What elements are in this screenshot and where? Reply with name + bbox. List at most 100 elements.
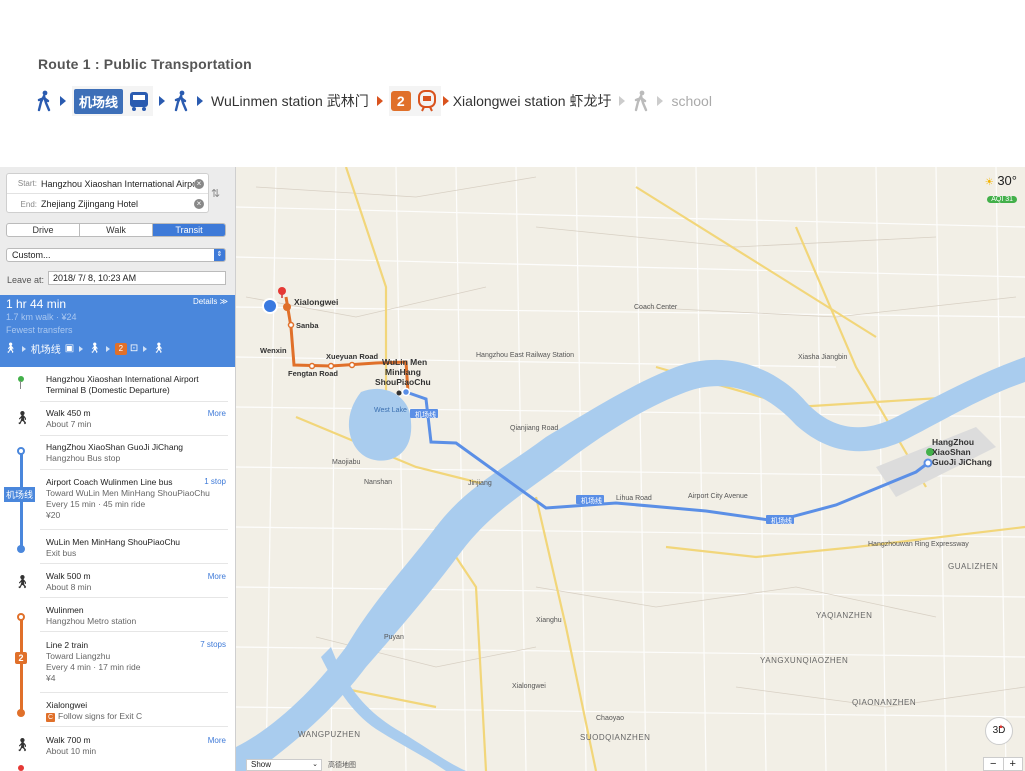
label-airport-1: HangZhou xyxy=(932,437,975,447)
end-row[interactable]: End: Zhejiang Zijingang Hotel × xyxy=(7,194,208,214)
label-ring-expressway: Hangzhouwan Ring Expressway xyxy=(868,541,969,548)
destination-label: school xyxy=(671,93,712,109)
tab-drive[interactable]: Drive xyxy=(7,224,80,236)
step-metro-exit[interactable]: Xialongwei C Follow signs for Exit C xyxy=(46,700,142,722)
bus-icon: ▣ xyxy=(64,343,75,354)
label-xiasha: Xiasha Jiangbin xyxy=(798,354,848,361)
bus-line-tag: 机场线 xyxy=(415,412,436,419)
label-airport-2: XiaoShan xyxy=(932,447,971,457)
label-fengtan: Fengtan Road xyxy=(288,369,338,378)
zoom-in-button[interactable]: + xyxy=(1004,758,1023,770)
3d-button[interactable]: ▲ 3D xyxy=(985,717,1013,745)
label-airport-city: Airport City Avenue xyxy=(688,493,748,500)
chevron-right-icon xyxy=(60,96,66,106)
step-bus-stop[interactable]: HangZhou XiaoShan GuoJi JiChang Hangzhou… xyxy=(46,442,183,464)
weather-temp: 30° xyxy=(997,173,1017,188)
label-gualizhen: GUALIZHEN xyxy=(948,562,999,571)
stops-link[interactable]: 7 stops xyxy=(200,640,226,649)
tab-transit[interactable]: Transit xyxy=(153,224,225,236)
bus-line-label: 机场线 xyxy=(30,345,61,356)
route-icons: 🚶︎ 机场线 ▣ 🚶︎ 2 ⊡ 🚶︎ xyxy=(4,341,165,356)
stops-link[interactable]: 1 stop xyxy=(204,477,226,486)
route-summary[interactable]: 1 hr 44 min Details ≫ 1.7 km walk · ¥24 … xyxy=(0,295,235,367)
map-canvas[interactable] xyxy=(236,167,1025,771)
bus-line-badge: 机场线 xyxy=(74,88,124,114)
walk-icon xyxy=(174,90,188,112)
destination-pin-icon[interactable] xyxy=(278,287,286,295)
station2-label: Xialongwei station 虾龙圩 xyxy=(452,93,612,109)
metro-badge: 2 xyxy=(114,342,127,355)
walk-icon xyxy=(37,90,51,112)
step-walk-3[interactable]: Walk 700 m About 10 min xyxy=(46,735,96,757)
aqi-badge: AQI 31 xyxy=(987,196,1017,203)
start-field[interactable]: Hangzhou Xiaoshan International Airport xyxy=(41,179,194,189)
label-wangpuzhen: WANGPUZHEN xyxy=(298,730,361,739)
current-location-marker[interactable] xyxy=(262,298,278,314)
leave-at-field[interactable]: 2018/ 7/ 8, 10:23 AM xyxy=(48,271,226,285)
bus-icon xyxy=(130,92,149,111)
end-field[interactable]: Zhejiang Zijingang Hotel xyxy=(41,199,194,209)
metro-icon: ⊡ xyxy=(129,343,139,354)
station1-label: WuLinmen station 武林门 xyxy=(211,93,369,109)
clear-icon[interactable]: × xyxy=(194,199,204,209)
step-start[interactable]: Hangzhou Xiaoshan International Airport … xyxy=(46,374,199,396)
label-qiaonanzhen: QIAONANZHEN xyxy=(852,698,917,707)
metro-segment: 2 xyxy=(388,86,441,116)
label-wulin: WuLin Men xyxy=(382,357,428,367)
step-metro-ride[interactable]: Line 2 train Toward Liangzhu Every 4 min… xyxy=(46,640,140,684)
weather-widget: ☀ 30° AQI 31 xyxy=(985,173,1017,206)
step-walk-2[interactable]: Walk 500 m About 8 min xyxy=(46,571,91,593)
zoom-out-button[interactable]: − xyxy=(984,758,1004,770)
chevron-updown-icon: ⇕ xyxy=(214,249,225,261)
start-row[interactable]: Start: Hangzhou Xiaoshan International A… xyxy=(7,174,208,194)
step-bus-ride[interactable]: Airport Coach Wulinmen Line bus Toward W… xyxy=(46,477,210,521)
map-view[interactable]: 机场线 机场线 机场线 Xialongwei Sanba Wenxin Feng… xyxy=(236,167,1025,771)
walk-icon: 🚶︎ xyxy=(14,574,31,589)
sun-icon: ☀ xyxy=(984,177,994,188)
route-duration: 1 hr 44 min xyxy=(6,297,67,311)
custom-select[interactable]: Custom... ⇕ xyxy=(6,248,226,262)
label-jinjiang: Jinjiang xyxy=(468,480,492,487)
walk-icon: 🚶︎ xyxy=(14,410,31,425)
chevron-right-icon xyxy=(442,96,449,106)
label-coach-center: Coach Center xyxy=(634,304,678,311)
walk-icon: 🚶︎ xyxy=(4,343,17,354)
label-lihua: Lihua Road xyxy=(616,495,652,502)
label-maojiabu: Maojiabu xyxy=(332,459,361,466)
label-xialongwei: Xialongwei xyxy=(294,297,339,307)
details-link[interactable]: Details ≫ xyxy=(193,297,228,306)
chevron-right-icon xyxy=(197,96,204,106)
walk-segment xyxy=(171,86,191,116)
label-hangzhou-east: Hangzhou East Railway Station xyxy=(476,352,575,359)
label-yangxunqiaozhen: YANGXUNQIAOZHEN xyxy=(760,656,849,665)
bus-line-badge: 机场线 xyxy=(4,487,36,502)
show-select[interactable]: Show ⌄ xyxy=(246,759,322,771)
step-metro-station[interactable]: Wulinmen Hangzhou Metro station xyxy=(46,605,136,627)
chevron-right-icon xyxy=(619,96,626,106)
step-bus-exit[interactable]: WuLin Men MinHang ShouPiaoChu Exit bus xyxy=(46,537,180,559)
walk-segment xyxy=(34,86,54,116)
label-xueyuan: Xueyuan Road xyxy=(326,352,379,361)
route-steps: Hangzhou Xiaoshan International Airport … xyxy=(0,367,235,771)
label-suoqianzhen: SUODQIANZHEN xyxy=(580,733,651,742)
label-yaqianzhen: YAQIANZHEN xyxy=(816,611,873,620)
start-end-box: Start: Hangzhou Xiaoshan International A… xyxy=(6,173,209,213)
label-wenxin: Wenxin xyxy=(260,346,287,355)
more-link[interactable]: More xyxy=(208,572,226,581)
more-link[interactable]: More xyxy=(208,409,226,418)
label-sanba: Sanba xyxy=(296,321,319,330)
clear-icon[interactable]: × xyxy=(194,178,204,189)
step-walk-1[interactable]: Walk 450 m About 7 min xyxy=(46,408,91,430)
walk-icon: 🚶︎ xyxy=(152,343,165,354)
label-xianghu: Xianghu xyxy=(536,617,562,624)
more-link[interactable]: More xyxy=(208,736,226,745)
exit-badge: C xyxy=(46,713,55,722)
walk-icon xyxy=(635,90,648,112)
metro-line-badge: 2 xyxy=(15,652,27,664)
label-airport-3: GuoJi JiChang xyxy=(932,457,992,467)
bus-line-tag: 机场线 xyxy=(771,518,792,525)
zoom-control: − + xyxy=(983,757,1023,771)
tab-walk[interactable]: Walk xyxy=(80,224,153,236)
swap-icon[interactable]: ⇅ xyxy=(211,187,220,200)
label-puyan: Puyan xyxy=(384,634,404,641)
